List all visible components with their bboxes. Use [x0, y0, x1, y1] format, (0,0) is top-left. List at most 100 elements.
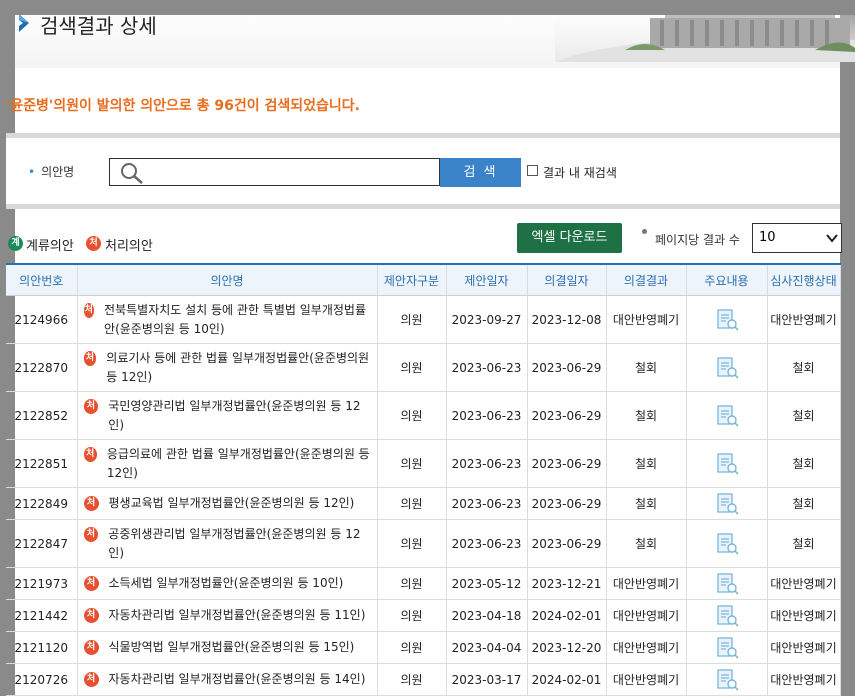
document-search-icon[interactable]: [715, 668, 739, 692]
summary-cell: [686, 567, 768, 600]
proposer-type: 의원: [377, 487, 447, 520]
document-search-icon[interactable]: [715, 636, 739, 660]
proposed-date: 2023-03-17: [446, 663, 528, 696]
processed-bill-icon: 처: [83, 640, 99, 655]
decision-date: 2023-06-29: [527, 439, 607, 488]
review-status: 철회: [767, 391, 841, 440]
pending-bill-icon: 계: [8, 236, 23, 251]
proposer-type: 의원: [377, 391, 447, 440]
decision-result: 대안반영폐기: [606, 631, 687, 664]
column-header[interactable]: 제안자구분: [377, 263, 447, 296]
processed-bill-icon: 처: [83, 526, 99, 542]
table-row[interactable]: 2122851 처 응급의료에 관한 법률 일부개정법률안(윤준병의원 등 12인)…: [6, 439, 841, 488]
table-row[interactable]: 2124966 처 전북특별자치도 설치 등에 관한 특별법 일부개정법률안(윤준병…: [6, 295, 841, 344]
decision-date: 2023-06-29: [527, 391, 607, 440]
decision-result: 대안반영폐기: [606, 567, 687, 600]
document-search-icon[interactable]: [715, 532, 739, 556]
processed-bill-icon: 처: [83, 496, 99, 511]
decision-result: 철회: [606, 519, 687, 568]
processed-bill-icon: 처: [83, 302, 95, 318]
page-title: 검색결과 상세: [40, 14, 157, 38]
proposed-date: 2023-04-04: [446, 631, 528, 664]
bill-name-link[interactable]: 국민영양관리법 일부개정법률안(윤준병의원 등 12인): [108, 397, 372, 435]
search-input-box[interactable]: [109, 158, 440, 186]
bill-name-link[interactable]: 응급의료에 관한 법률 일부개정법률안(윤준병의원 등 12인): [107, 445, 373, 483]
decision-result: 철회: [606, 439, 687, 488]
overlay-right: [840, 0, 855, 696]
decision-result: 대안반영폐기: [606, 599, 687, 632]
summary-cell: [686, 631, 768, 664]
decision-date: 2024-02-01: [527, 599, 607, 632]
column-header[interactable]: 제안일자: [446, 263, 528, 296]
column-header[interactable]: 의안번호: [6, 263, 78, 296]
search-input[interactable]: [148, 161, 437, 185]
bill-number: 2124966: [6, 295, 78, 344]
document-search-icon[interactable]: [715, 356, 739, 380]
bill-number: 2121120: [6, 631, 78, 664]
bill-name-cell: 처 소득세법 일부개정법률안(윤준병의원 등 10인): [77, 567, 378, 600]
proposed-date: 2023-06-23: [446, 343, 528, 392]
document-search-icon[interactable]: [715, 308, 739, 332]
column-header[interactable]: 심사진행상태: [767, 263, 841, 296]
table-row[interactable]: 2122849 처 평생교육법 일부개정법률안(윤준병의원 등 12인) 의원 2023…: [6, 487, 841, 520]
proposed-date: 2023-09-27: [446, 295, 528, 344]
decision-result: 대안반영폐기: [606, 663, 687, 696]
table-row[interactable]: 2121973 처 소득세법 일부개정법률안(윤준병의원 등 10인) 의원 2023-…: [6, 567, 841, 600]
decision-date: 2023-06-29: [527, 343, 607, 392]
column-header[interactable]: 의안명: [77, 263, 378, 296]
bill-name-link[interactable]: 자동차관리법 일부개정법률안(윤준병의원 등 14인): [109, 670, 366, 689]
bill-name-cell: 처 식물방역법 일부개정법률안(윤준병의원 등 15인): [77, 631, 378, 664]
search-button[interactable]: 검 색: [440, 158, 521, 187]
document-search-icon[interactable]: [715, 492, 739, 516]
recheck-checkbox[interactable]: [527, 165, 538, 176]
decision-result: 대안반영폐기: [606, 295, 687, 344]
bill-number: 2122847: [6, 519, 78, 568]
processed-bill-icon: 처: [83, 446, 97, 462]
bullet-icon: •: [28, 165, 36, 179]
review-status: 대안반영폐기: [767, 295, 841, 344]
column-header[interactable]: 의결결과: [606, 263, 687, 296]
bill-name-link[interactable]: 전북특별자치도 설치 등에 관한 특별법 일부개정법률안(윤준병의원 등 10인…: [104, 301, 372, 339]
bill-number: 2122849: [6, 487, 78, 520]
bill-name-cell: 처 전북특별자치도 설치 등에 관한 특별법 일부개정법률안(윤준병의원 등 10…: [77, 295, 378, 344]
table-row[interactable]: 2121120 처 식물방역법 일부개정법률안(윤준병의원 등 15인) 의원 2023…: [6, 631, 841, 664]
bill-name-link[interactable]: 평생교육법 일부개정법률안(윤준병의원 등 12인): [109, 494, 355, 513]
document-search-icon[interactable]: [715, 572, 739, 596]
bill-name-cell: 처 자동차관리법 일부개정법률안(윤준병의원 등 11인): [77, 599, 378, 632]
table-row[interactable]: 2122847 처 공중위생관리법 일부개정법률안(윤준병의원 등 12인) 의원 20…: [6, 519, 841, 568]
column-header[interactable]: 의결일자: [527, 263, 607, 296]
document-search-icon[interactable]: [715, 404, 739, 428]
review-status: 대안반영폐기: [767, 599, 841, 632]
document-search-icon[interactable]: [715, 452, 739, 476]
proposer-type: 의원: [377, 519, 447, 568]
bill-number: 2121442: [6, 599, 78, 632]
decision-date: 2023-12-20: [527, 631, 607, 664]
summary-cell: [686, 439, 768, 488]
review-status: 대안반영폐기: [767, 631, 841, 664]
decision-date: 2023-06-29: [527, 487, 607, 520]
table-row[interactable]: 2120726 처 자동차관리법 일부개정법률안(윤준병의원 등 14인) 의원 202…: [6, 663, 841, 696]
summary-cell: [686, 391, 768, 440]
summary-cell: [686, 663, 768, 696]
table-row[interactable]: 2122852 처 국민영양관리법 일부개정법률안(윤준병의원 등 12인) 의원 20…: [6, 391, 841, 440]
column-header[interactable]: 주요내용: [686, 263, 768, 296]
excel-download-button[interactable]: 엑셀 다운로드: [517, 223, 622, 253]
bill-name-cell: 처 공중위생관리법 일부개정법률안(윤준병의원 등 12인): [77, 519, 378, 568]
bill-name-link[interactable]: 공중위생관리법 일부개정법률안(윤준병의원 등 12인): [108, 525, 372, 563]
bill-name-link[interactable]: 의료기사 등에 관한 법률 일부개정법률안(윤준병의원 등 12인): [106, 349, 372, 387]
table-row[interactable]: 2121442 처 자동차관리법 일부개정법률안(윤준병의원 등 11인) 의원 202…: [6, 599, 841, 632]
processed-bill-icon: 처: [83, 672, 99, 687]
bill-name-link[interactable]: 소득세법 일부개정법률안(윤준병의원 등 10인): [109, 574, 344, 593]
bill-name-cell: 처 평생교육법 일부개정법률안(윤준병의원 등 12인): [77, 487, 378, 520]
proposed-date: 2023-06-23: [446, 519, 528, 568]
decision-result: 철회: [606, 391, 687, 440]
document-search-icon[interactable]: [715, 604, 739, 628]
result-summary: '윤준병'의원이 발의한 의안으로 총 96건이 검색되었습니다.: [6, 95, 360, 115]
table-row[interactable]: 2122870 처 의료기사 등에 관한 법률 일부개정법률안(윤준병의원 등 12…: [6, 343, 841, 392]
bill-number: 2120726: [6, 663, 78, 696]
summary-cell: [686, 599, 768, 632]
per-page-select[interactable]: 10: [752, 223, 842, 253]
bill-name-link[interactable]: 자동차관리법 일부개정법률안(윤준병의원 등 11인): [109, 606, 366, 625]
bill-name-link[interactable]: 식물방역법 일부개정법률안(윤준병의원 등 15인): [109, 638, 355, 657]
proposed-date: 2023-06-23: [446, 439, 528, 488]
